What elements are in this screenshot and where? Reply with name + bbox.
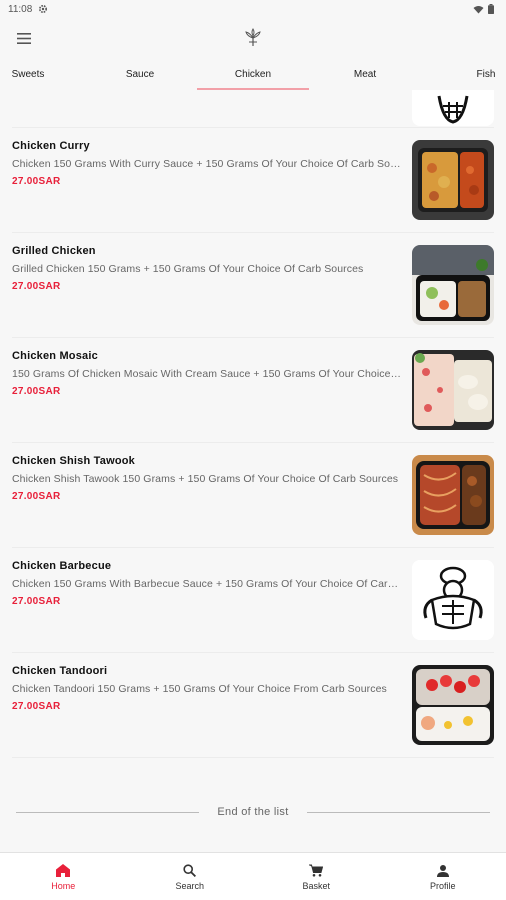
tab-label: Sauce (125, 68, 155, 80)
item-image (412, 245, 494, 325)
item-price: 27.00SAR (12, 491, 61, 502)
category-tabs: Sweets Sauce Chicken Meat Fish (0, 58, 506, 90)
item-image (412, 455, 494, 535)
nav-basket[interactable]: Basket (253, 853, 380, 900)
item-image (412, 90, 494, 126)
tab-meat[interactable]: Meat (309, 58, 421, 90)
tab-fish[interactable]: Fish (430, 58, 506, 90)
hamburger-menu-icon[interactable] (14, 28, 34, 48)
end-of-list-divider: End of the list (0, 800, 506, 824)
tab-label: Chicken (234, 68, 272, 80)
list-item[interactable]: Chicken Mosaic 150 Grams Of Chicken Mosa… (12, 338, 494, 443)
tab-label: Fish (476, 68, 496, 80)
divider-line (16, 811, 200, 813)
person-icon (435, 863, 451, 879)
item-price: 27.00SAR (12, 386, 61, 397)
battery-icon (488, 4, 494, 14)
nav-label: Search (175, 880, 205, 891)
list-item-partial[interactable] (12, 90, 494, 128)
item-price: 27.00SAR (12, 596, 61, 607)
app-bar (0, 18, 506, 58)
divider-line (306, 811, 490, 813)
nav-home[interactable]: Home (0, 853, 127, 900)
item-title: Chicken Curry (12, 140, 90, 152)
wifi-icon (473, 5, 484, 14)
item-price: 27.00SAR (12, 176, 61, 187)
item-image (412, 560, 494, 640)
item-description: 150 Grams Of Chicken Mosaic With Cream S… (12, 368, 402, 380)
bottom-navigation: Home Search Basket Profile (0, 852, 506, 900)
item-description: Chicken Shish Tawook 150 Grams + 150 Gra… (12, 473, 399, 485)
tab-sweets[interactable]: Sweets (0, 58, 56, 90)
list-item[interactable]: Chicken Shish Tawook Chicken Shish Tawoo… (12, 443, 494, 548)
item-description: Chicken 150 Grams With Curry Sauce + 150… (12, 158, 402, 170)
tab-label: Sweets (11, 68, 45, 80)
item-title: Chicken Tandoori (12, 665, 108, 677)
end-of-list-text: End of the list (217, 806, 289, 818)
home-icon (55, 863, 71, 879)
nav-label: Home (51, 880, 76, 891)
tab-sauce[interactable]: Sauce (112, 58, 168, 90)
item-price: 27.00SAR (12, 701, 61, 712)
cart-icon (308, 863, 324, 879)
item-title: Chicken Shish Tawook (12, 455, 135, 467)
item-title: Chicken Mosaic (12, 350, 98, 362)
tab-chicken[interactable]: Chicken (197, 58, 309, 90)
item-title: Chicken Barbecue (12, 560, 112, 572)
tab-label: Meat (353, 68, 377, 80)
item-description: Grilled Chicken 150 Grams + 150 Grams Of… (12, 263, 364, 275)
search-icon (182, 863, 198, 879)
list-item[interactable]: Chicken Curry Chicken 150 Grams With Cur… (12, 128, 494, 233)
item-description: Chicken 150 Grams With Barbecue Sauce + … (12, 578, 402, 590)
item-title: Grilled Chicken (12, 245, 96, 257)
item-image (412, 140, 494, 220)
brand-logo (241, 26, 265, 50)
item-image (412, 665, 494, 745)
nav-label: Profile (429, 880, 456, 891)
nav-profile[interactable]: Profile (380, 853, 506, 900)
menu-item-list[interactable]: Chicken Curry Chicken 150 Grams With Cur… (0, 90, 506, 852)
nav-search[interactable]: Search (127, 853, 254, 900)
list-item[interactable]: Grilled Chicken Grilled Chicken 150 Gram… (12, 233, 494, 338)
list-item[interactable]: Chicken Barbecue Chicken 150 Grams With … (12, 548, 494, 653)
status-bar: 11:08 (0, 0, 506, 18)
gear-icon (38, 4, 48, 14)
status-time: 11:08 (8, 3, 33, 15)
item-image (412, 350, 494, 430)
item-price: 27.00SAR (12, 281, 61, 292)
nav-label: Basket (302, 880, 330, 891)
item-description: Chicken Tandoori 150 Grams + 150 Grams O… (12, 683, 387, 695)
list-item[interactable]: Chicken Tandoori Chicken Tandoori 150 Gr… (12, 653, 494, 758)
